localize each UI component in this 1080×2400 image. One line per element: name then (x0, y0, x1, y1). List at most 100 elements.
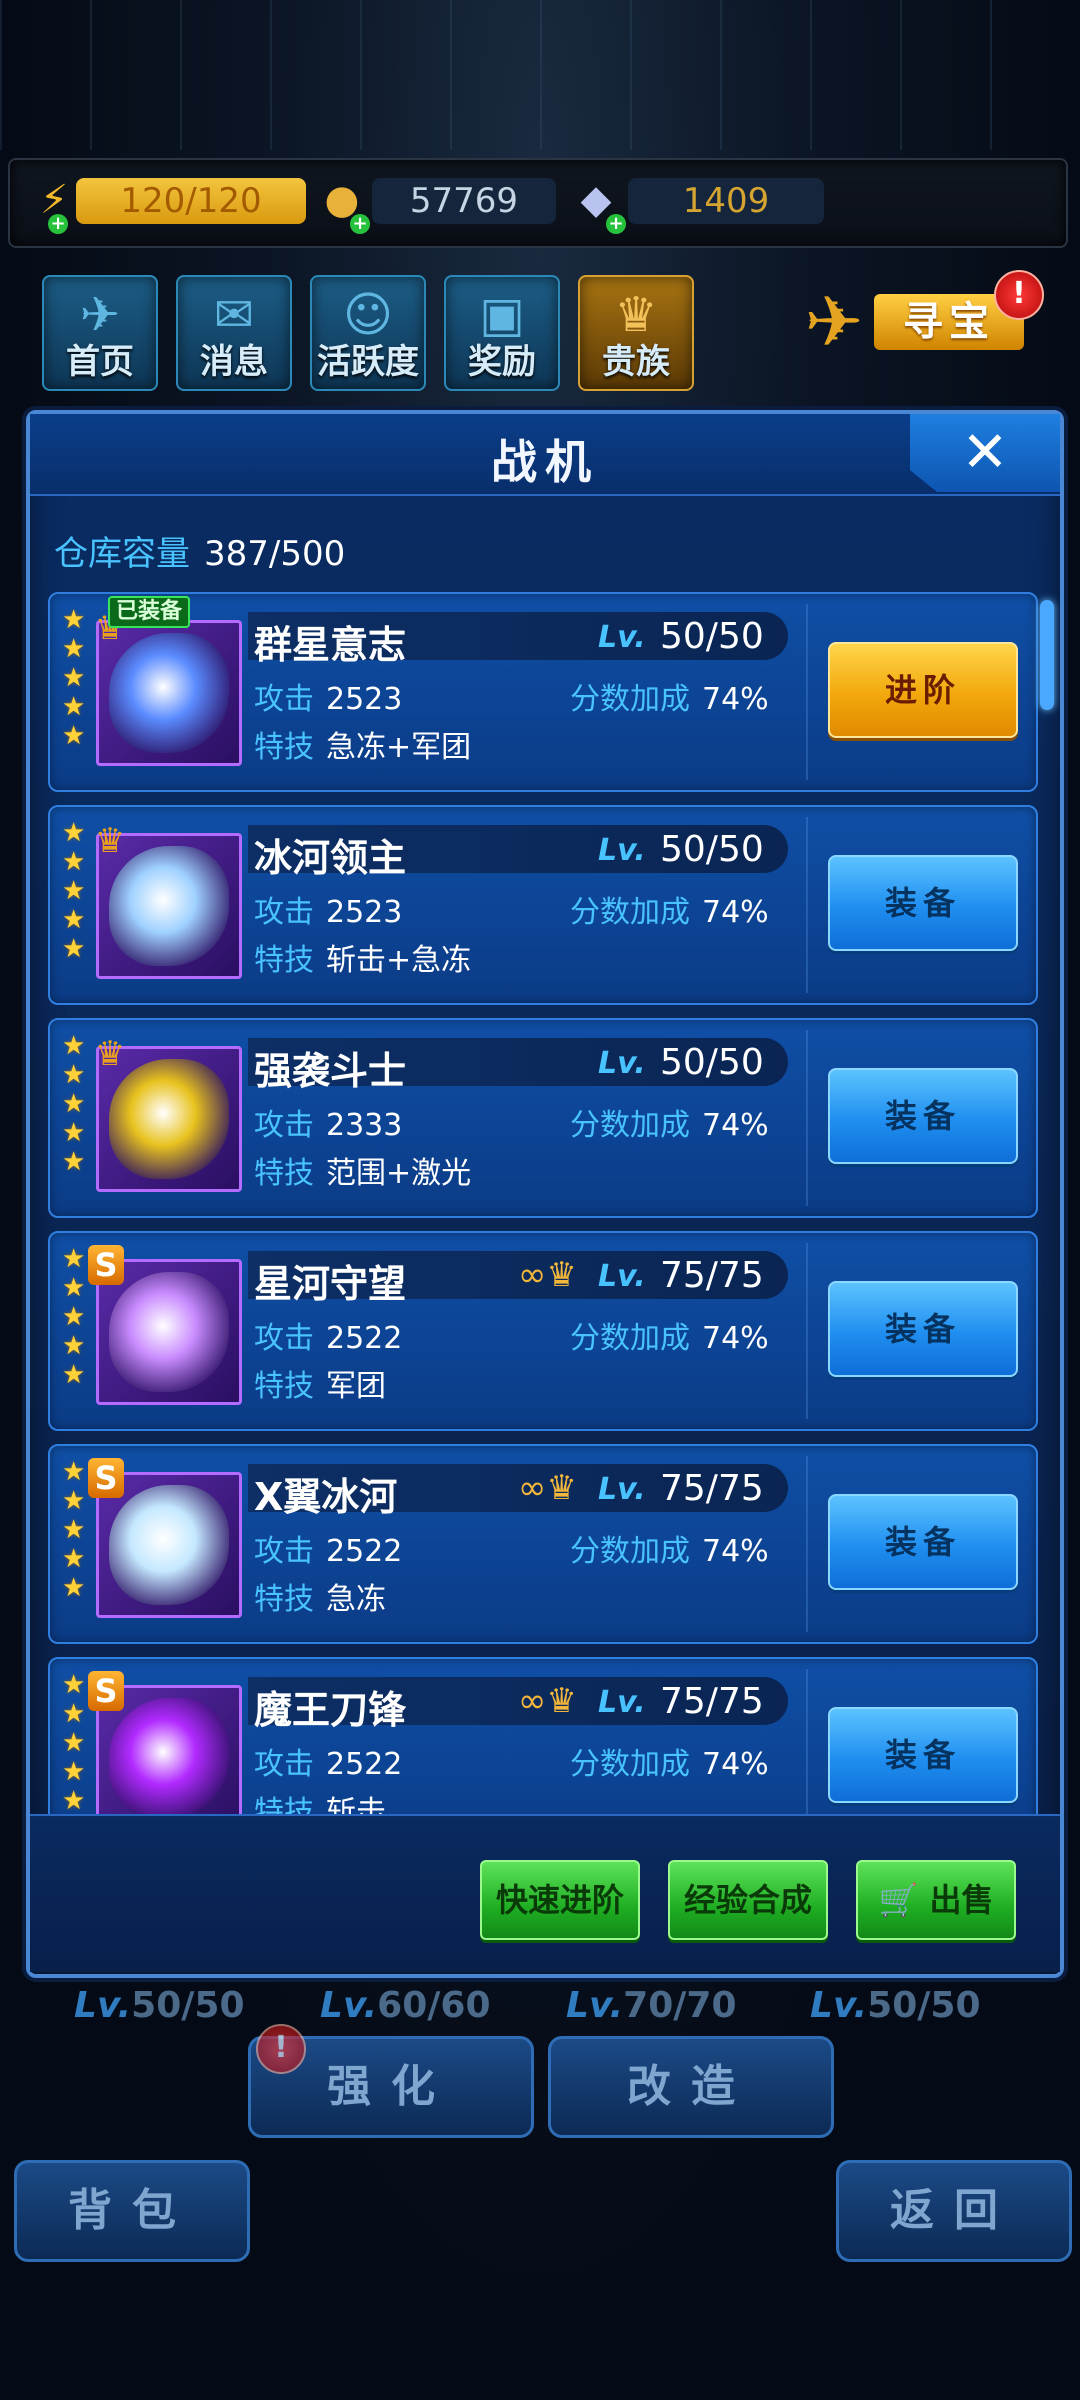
nav-activity-button[interactable]: ☺ 活跃度 (310, 275, 426, 391)
fighter-panel: 战机 ✕ 仓库容量 387/500 ★ ★ ★ ★ ★ ♛ 已装备 群星意志 Lv. 50/50 攻击… (26, 410, 1064, 1978)
skill-label: 特技 (254, 943, 314, 978)
fighter-card[interactable]: ★ ★ ★ ★ ★ ♛ 冰河领主 Lv. 50/50 攻击 2523 分数加成 74% 特技 斩击+急冻 装备 (48, 805, 1038, 1005)
fighter-name: 强袭斗士 (254, 1049, 407, 1093)
rank-s-badge: S (88, 1245, 124, 1285)
skill-label: 特技 (254, 1795, 314, 1814)
score-bonus-label: 分数加成 (570, 1321, 690, 1356)
add-coins-icon[interactable]: + (350, 214, 370, 234)
skill-value: 军团 (326, 1369, 386, 1404)
equip-button[interactable]: 装备 (828, 1281, 1018, 1377)
score-bonus-stat: 分数加成 74% (570, 1526, 769, 1570)
level-label: Lv. (598, 1472, 646, 1507)
fighter-mech-image (109, 1698, 229, 1814)
slot-level-3: Lv.70/70 (566, 1985, 737, 2026)
fighter-mech-image (109, 1272, 229, 1392)
gems-value: 1409 (628, 178, 824, 224)
skill-value: 斩击+急冻 (326, 943, 472, 978)
link-crown-icon: ∞♛ (518, 1255, 577, 1295)
attack-label: 攻击 (254, 895, 314, 930)
add-gems-icon[interactable]: + (606, 214, 626, 234)
equip-button[interactable]: 装备 (828, 1707, 1018, 1803)
fighter-mech-image (109, 846, 229, 966)
nav-rewards-label: 奖励 (468, 342, 536, 382)
skill-stat: 特技 斩击 (254, 1787, 386, 1814)
fighter-card[interactable]: ★ ★ ★ ★ ★ ♛ 已装备 群星意志 Lv. 50/50 攻击 2523 分数加成 74% 特技 急冻+军… (48, 592, 1038, 792)
score-bonus-label: 分数加成 (570, 1747, 690, 1782)
nav-rewards-button[interactable]: ▣ 奖励 (444, 275, 560, 391)
level-value: 75/75 (660, 1681, 764, 1722)
list-scrollbar[interactable] (1040, 600, 1054, 710)
skill-stat: 特技 军团 (254, 1361, 386, 1405)
skill-value: 范围+激光 (326, 1156, 472, 1191)
fighter-card[interactable]: ★ ★ ★ ★ ★ S X翼冰河 ∞♛ Lv. 75/75 攻击 2522 分数加成 74% 特技 急冻 装备 (48, 1444, 1038, 1644)
close-button[interactable]: ✕ (910, 414, 1060, 492)
sell-label: 出售 (929, 1881, 994, 1919)
fighter-name: 群星意志 (254, 623, 407, 667)
fighter-card[interactable]: ★ ★ ★ ★ ★ S 魔王刀锋 ∞♛ Lv. 75/75 攻击 2522 分数加成 74% 特技 斩击 装备 (48, 1657, 1038, 1814)
score-bonus-stat: 分数加成 74% (570, 674, 769, 718)
equip-button[interactable]: 装备 (828, 1068, 1018, 1164)
fighter-name-bar: 群星意志 Lv. 50/50 (248, 612, 788, 667)
rank-s-badge: S (88, 1458, 124, 1498)
star-icon: ★ (62, 1515, 86, 1545)
fighter-card[interactable]: ★ ★ ★ ★ ★ ♛ 强袭斗士 Lv. 50/50 攻击 2333 分数加成 74% 特技 范围+激光 装备 (48, 1018, 1038, 1218)
equip-button[interactable]: 装备 (828, 1494, 1018, 1590)
star-icon: ★ (62, 1360, 86, 1390)
attack-label: 攻击 (254, 1534, 314, 1569)
skill-label: 特技 (254, 730, 314, 765)
card-divider (806, 817, 808, 993)
level-label: Lv. (598, 1259, 646, 1294)
back-button[interactable]: 返回 (836, 2160, 1072, 2262)
energy-value: 120/120 (76, 178, 306, 224)
level-value: 50/50 (660, 829, 764, 870)
nav-messages-button[interactable]: ✉ 消息 (176, 275, 292, 391)
star-icon: ★ (62, 1118, 86, 1148)
star-icon: ★ (62, 905, 86, 935)
attack-value: 2522 (326, 1534, 403, 1569)
score-bonus-label: 分数加成 (570, 1534, 690, 1569)
nav-messages-label: 消息 (200, 342, 268, 382)
nav-home-button[interactable]: ✈ 首页 (42, 275, 158, 391)
level-value: 50/50 (660, 1042, 764, 1083)
advance-button[interactable]: 进阶 (828, 642, 1018, 738)
quick-advance-button[interactable]: 快速进阶 (480, 1860, 640, 1940)
add-energy-icon[interactable]: + (48, 214, 68, 234)
treasure-alert-badge: ! (994, 270, 1044, 320)
score-bonus-value: 74% (702, 895, 769, 930)
star-icon: ★ (62, 692, 86, 722)
star-icon: ★ (62, 663, 86, 693)
score-bonus-value: 74% (702, 1747, 769, 1782)
attack-stat: 攻击 2333 (254, 1100, 402, 1144)
exp-merge-button[interactable]: 经验合成 (668, 1860, 828, 1940)
fighter-name-bar: 冰河领主 Lv. 50/50 (248, 825, 788, 880)
panel-header: 战机 ✕ (30, 414, 1060, 496)
score-bonus-value: 74% (702, 1534, 769, 1569)
nav-home-label: 首页 (66, 342, 134, 382)
attack-value: 2523 (326, 682, 403, 717)
bag-button[interactable]: 背包 (14, 2160, 250, 2262)
score-bonus-stat: 分数加成 74% (570, 1739, 769, 1783)
fighter-mech-image (109, 633, 229, 753)
nav-noble-button[interactable]: ♛ 贵族 (578, 275, 694, 391)
score-bonus-value: 74% (702, 1321, 769, 1356)
card-divider (806, 1456, 808, 1632)
nav-noble-label: 贵族 (602, 342, 670, 382)
equip-button[interactable]: 装备 (828, 855, 1018, 951)
skill-label: 特技 (254, 1156, 314, 1191)
attack-label: 攻击 (254, 1108, 314, 1143)
background-circuit-lines (0, 0, 1080, 150)
modify-button[interactable]: 改造 (548, 2036, 834, 2138)
nav-activity-label: 活跃度 (317, 342, 419, 382)
attack-stat: 攻击 2523 (254, 887, 402, 931)
star-icon: ★ (62, 1089, 86, 1119)
sell-button[interactable]: 🛒 出售 (856, 1860, 1016, 1940)
skill-value: 急冻+军团 (326, 730, 472, 765)
attack-value: 2522 (326, 1321, 403, 1356)
fighter-card[interactable]: ★ ★ ★ ★ ★ S 星河守望 ∞♛ Lv. 75/75 攻击 2522 分数加成 74% 特技 军团 装备 (48, 1231, 1038, 1431)
star-icon: ★ (62, 934, 86, 964)
fighter-list[interactable]: ★ ★ ★ ★ ★ ♛ 已装备 群星意志 Lv. 50/50 攻击 2523 分数加成 74% 特技 急冻+军… (48, 584, 1038, 1814)
fighter-name: 冰河领主 (254, 836, 407, 880)
card-divider (806, 1030, 808, 1206)
skill-stat: 特技 范围+激光 (254, 1148, 471, 1192)
capacity-value: 387/500 (204, 534, 346, 574)
